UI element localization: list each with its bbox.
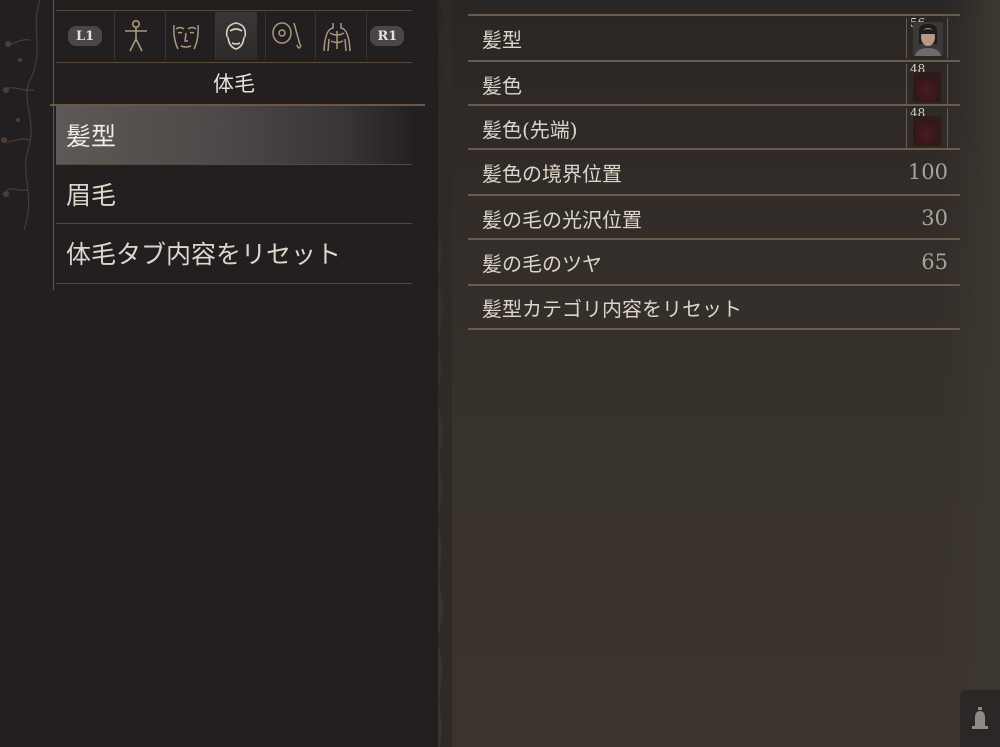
tab-hair[interactable]	[214, 12, 258, 60]
hair-icon	[226, 22, 247, 50]
frame-line	[53, 0, 54, 290]
menu-item-label: 眉毛	[66, 181, 117, 210]
hair-tip-color-swatch: 48	[906, 106, 948, 148]
row-hair-color-tip[interactable]: 髪色(先端) 48	[470, 106, 958, 150]
eye-brush-icon	[272, 22, 302, 49]
row-divider	[468, 328, 960, 330]
portrait-icon	[913, 22, 943, 56]
tab-body[interactable]	[114, 12, 156, 60]
category-title: 体毛	[213, 72, 255, 96]
row-value: 100	[907, 160, 948, 184]
row-label: 髪色の境界位置	[482, 161, 622, 186]
row-value: 30	[921, 206, 948, 230]
row-gloss-position[interactable]: 髪の毛の光沢位置 30	[470, 196, 958, 240]
menu-item-eyebrows[interactable]: 眉毛	[56, 165, 416, 223]
menu-item-hairstyle[interactable]: 髪型	[56, 106, 416, 164]
tab-face[interactable]	[164, 12, 207, 60]
row-reset-hairstyle-category[interactable]: 髪型カテゴリ内容をリセット	[470, 285, 958, 329]
l1-button[interactable]: L1	[68, 26, 103, 46]
r1-button[interactable]: R1	[370, 26, 405, 46]
row-label: 髪の毛のツヤ	[482, 251, 602, 276]
color-swatch	[913, 116, 941, 146]
row-label: 髪型カテゴリ内容をリセット	[482, 296, 742, 321]
menu-item-label: 体毛タブ内容をリセット	[66, 240, 342, 269]
category-tabbar: L1 R1	[60, 12, 412, 60]
body-figure-icon	[124, 19, 147, 52]
tab-eye-brush[interactable]	[265, 12, 307, 60]
row-value: 65	[921, 250, 948, 274]
menu-item-reset-body-hair[interactable]: 体毛タブ内容をリセット	[56, 224, 416, 282]
tabbar-border-top	[56, 10, 412, 11]
face-icon	[173, 24, 200, 50]
tab-torso[interactable]	[315, 12, 357, 60]
row-hair-shine[interactable]: 髪の毛のツヤ 65	[470, 240, 958, 284]
hair-color-swatch: 48	[906, 62, 948, 104]
row-hairstyle[interactable]: 髪型 56	[470, 16, 958, 60]
torso-icon	[323, 23, 351, 52]
menu-divider	[56, 283, 412, 284]
tab-next-r1[interactable]: R1	[365, 12, 408, 60]
row-hair-color[interactable]: 髪色 48	[470, 62, 958, 106]
menu-item-label: 髪型	[66, 122, 117, 151]
tabbar-border-bottom	[56, 62, 412, 63]
row-label: 髪色	[482, 73, 522, 98]
vine-ornament-icon	[1, 0, 41, 231]
row-label: 髪色(先端)	[482, 117, 578, 142]
row-color-boundary[interactable]: 髪色の境界位置 100	[470, 150, 958, 194]
row-label: 髪の毛の光沢位置	[482, 207, 642, 232]
bell-icon	[972, 706, 988, 729]
color-swatch	[913, 72, 941, 102]
hairstyle-thumbnail: 56	[906, 16, 948, 58]
tab-prev-l1[interactable]: L1	[64, 12, 106, 60]
corner-status[interactable]	[960, 690, 1000, 747]
torn-edge	[437, 0, 452, 747]
row-label: 髪型	[482, 27, 522, 52]
left-panel: L1 R1 体毛 髪型 眉毛 体毛タブ内容をリセット	[0, 0, 440, 747]
